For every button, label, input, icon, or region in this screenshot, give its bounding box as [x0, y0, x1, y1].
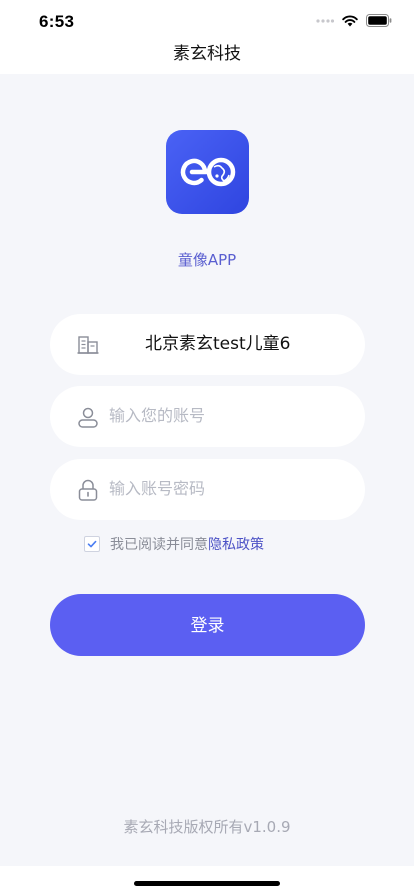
wifi-icon [342, 12, 358, 31]
home-indicator[interactable] [134, 881, 280, 886]
user-icon [76, 405, 100, 429]
organization-selector[interactable]: 北京素玄test儿童6 [50, 314, 365, 375]
app-logo-icon [166, 130, 249, 214]
battery-icon [366, 12, 392, 31]
agreement-row: 我已阅读并同意 隐私政策 [84, 535, 264, 553]
status-icons [316, 12, 392, 31]
account-field[interactable]: 输入您的账号 [50, 386, 365, 447]
nav-title: 素玄科技 [173, 44, 241, 64]
nav-bar: 素玄科技 [0, 44, 414, 74]
checkmark-icon [87, 540, 97, 548]
login-button[interactable]: 登录 [50, 594, 365, 656]
password-input[interactable]: 输入账号密码 [109, 479, 205, 499]
lock-icon [76, 478, 100, 502]
account-input[interactable]: 输入您的账号 [109, 406, 205, 426]
password-field[interactable]: 输入账号密码 [50, 459, 365, 520]
status-time: 6:53 [39, 12, 75, 31]
signal-icon [316, 12, 335, 31]
status-bar: 6:53 [0, 0, 414, 44]
copyright-text: 素玄科技版权所有v1.0.9 [123, 818, 291, 836]
agreement-checkbox[interactable] [84, 536, 100, 552]
login-screen: 6:53 素玄科技 童像APP 北京素玄test儿童6 输入您的账号 输入账号密… [0, 0, 414, 896]
privacy-policy-link[interactable]: 隐私政策 [208, 534, 264, 554]
agreement-text: 我已阅读并同意 [110, 537, 208, 553]
organization-value: 北京素玄test儿童6 [145, 334, 291, 354]
building-icon [76, 333, 100, 357]
app-name: 童像APP [177, 251, 237, 269]
